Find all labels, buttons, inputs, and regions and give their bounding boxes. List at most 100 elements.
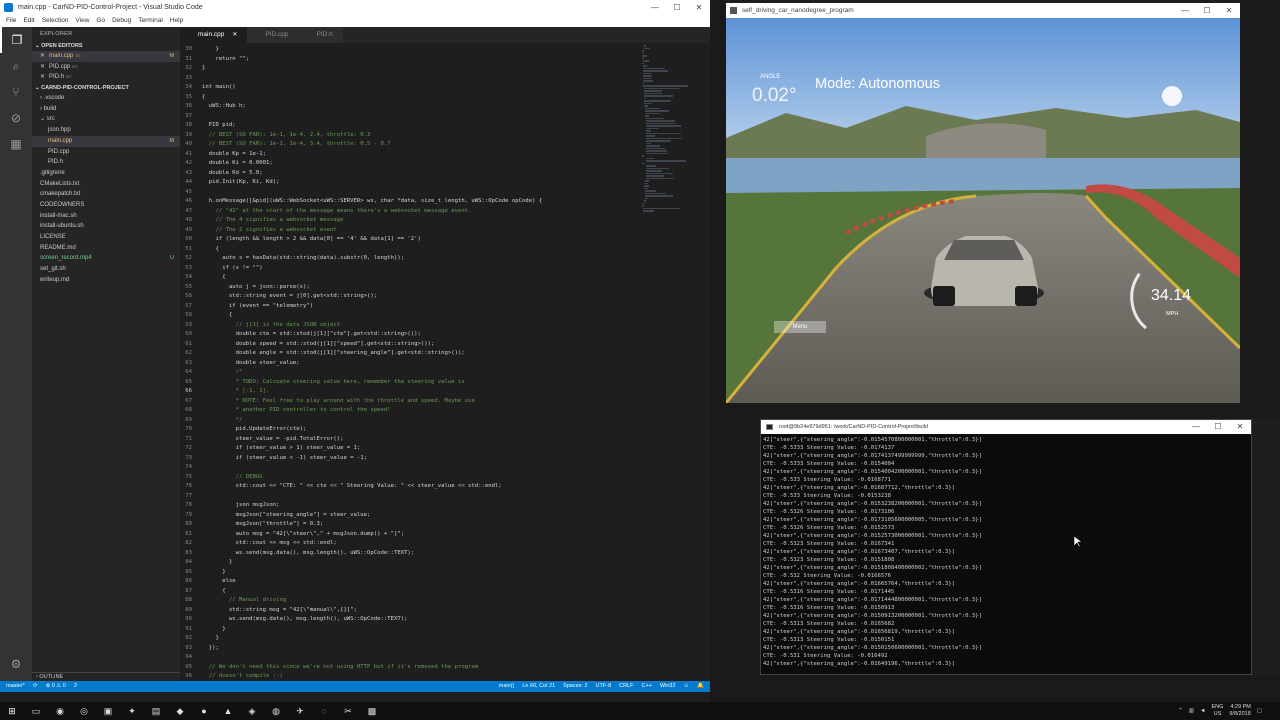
app-icon[interactable]: ✈ [288,702,312,720]
menu-item-terminal[interactable]: Terminal [138,15,163,27]
file-tree-item[interactable]: json.hpp [32,125,180,136]
file-tree-item[interactable]: › build [32,104,180,115]
file-tree-item[interactable]: › .vscode [32,93,180,104]
command-prompt-icon[interactable]: ▩ [360,702,384,720]
file-tree-item[interactable]: PID.h [32,157,180,168]
close-icon[interactable]: ✕ [40,74,45,80]
minimap-line [642,57,644,59]
file-tree-item[interactable]: CODEOWNERS [32,200,180,211]
open-editor-item[interactable]: ✕ main.cpp src M [32,51,180,62]
language-indicator[interactable]: ENG US [1211,704,1223,718]
menu-item-view[interactable]: View [75,15,89,27]
file-tree-item[interactable]: install-mac.sh [32,211,180,222]
minimap-line [642,80,654,82]
close-icon[interactable]: ✕ [40,64,45,70]
platform[interactable]: Win32 [660,681,676,692]
close-icon[interactable]: ✕ [232,32,237,38]
open-editors-section[interactable]: ⌄ OPEN EDITORS [32,41,180,51]
editor-tab[interactable]: PID.cpp [247,27,299,43]
pdf-icon[interactable]: ▲ [216,702,240,720]
search-icon[interactable]: ⌕ [0,53,32,79]
menu-item-selection[interactable]: Selection [42,15,69,27]
app-icon[interactable]: ◌ [312,702,336,720]
editor-tab[interactable]: main.cpp ✕ [180,27,248,43]
vscode-app-icon[interactable]: ◈ [240,702,264,720]
app-icon[interactable]: ▤ [144,702,168,720]
minimize-icon[interactable]: — [1185,420,1207,434]
menu-item-edit[interactable]: Edit [23,15,34,27]
file-tree-item[interactable]: PID.cpp [32,147,180,158]
language-mode[interactable]: C++ [642,681,652,692]
editor-tab[interactable]: PID.h [298,27,343,43]
minimize-icon[interactable]: — [1174,3,1196,18]
close-icon[interactable]: ✕ [1218,3,1240,18]
file-tree-item[interactable]: writeup.md [32,275,180,286]
cursor-position[interactable]: Ln 66, Col 21 [522,681,555,692]
file-tree-item[interactable]: README.md [32,243,180,254]
close-icon[interactable]: ✕ [40,53,45,59]
file-tree-item[interactable]: ⌄ src [32,114,180,125]
maximize-icon[interactable]: ☐ [1207,420,1229,434]
open-editor-item[interactable]: ✕ PID.h src [32,72,180,83]
changes-count[interactable]: 2 [74,681,77,692]
sync-icon[interactable]: ⟳ [33,681,38,692]
extensions-icon[interactable]: ▦ [0,131,32,157]
debug-icon[interactable]: ⊘ [0,105,32,131]
file-tree-item[interactable]: main.cpp M [32,135,180,147]
firefox-icon[interactable]: ● [192,702,216,720]
problems-indicator[interactable]: ⊗ 0 ⚠ 0 [46,681,66,692]
windows-start-icon[interactable]: ⊞ [0,702,24,720]
source-control-icon[interactable]: ⑂ [0,79,32,105]
explorer-icon[interactable]: ❐ [0,27,32,53]
minimap-line [646,157,655,159]
github-icon[interactable]: ◍ [264,702,288,720]
file-tree-item[interactable]: LICENSE [32,232,180,243]
open-editor-item[interactable]: ✕ PID.cpp src [32,62,180,73]
maximize-icon[interactable]: ☐ [1196,3,1218,18]
clock[interactable]: 4:29 PM 9/8/2018 [1229,704,1250,718]
file-tree-item[interactable]: CMakeLists.txt [32,179,180,190]
unity-app-icon[interactable]: ✦ [120,702,144,720]
terminal-output[interactable]: 42["steer",{"steering_angle":-0.01545708… [761,434,1251,674]
file-tree-item[interactable]: screen_record.mp4 U [32,253,180,264]
code-line: 34 int main() [180,83,642,93]
project-section[interactable]: ⌄ CARND-PID-CONTROL-PROJECT [32,83,180,93]
chrome-icon[interactable]: ◎ [72,702,96,720]
indentation[interactable]: Spaces: 2 [563,681,587,692]
minimize-icon[interactable]: — [644,0,666,15]
visual-studio-icon[interactable]: ◆ [168,702,192,720]
outline-section[interactable]: › OUTLINE [32,672,180,681]
settings-gear-icon[interactable]: ⚙ [0,651,32,677]
git-app-icon[interactable]: ◉ [48,702,72,720]
code-text: double Kd = 5.0; [202,169,263,176]
notifications-icon[interactable]: 🔔 [697,681,704,692]
code-line: 92 } [180,634,642,644]
network-icon[interactable]: ▥ [1189,708,1194,714]
notifications-center-icon[interactable]: ▢ [1257,708,1262,714]
file-tree-item[interactable]: set_git.sh [32,264,180,275]
close-icon[interactable]: ✕ [1229,420,1251,434]
app-icon[interactable]: ✂ [336,702,360,720]
tray-arrow-icon[interactable]: ⌃ [1178,708,1183,714]
save-app-icon[interactable]: ▣ [96,702,120,720]
menu-item-debug[interactable]: Debug [112,15,131,27]
file-tree-item[interactable]: cmakepatch.txt [32,189,180,200]
encoding[interactable]: UTF-8 [596,681,612,692]
line-ending[interactable]: CRLF [619,681,633,692]
maximize-icon[interactable]: ☐ [666,0,688,15]
close-icon[interactable]: ✕ [688,0,710,15]
file-tree-item[interactable]: .gitignore [32,168,180,179]
feedback-icon[interactable]: ☺ [684,681,690,692]
volume-icon[interactable]: ◄ [1200,708,1205,714]
terminal-app-icon[interactable]: ▭ [24,702,48,720]
menu-item-file[interactable]: File [6,15,16,27]
code-view[interactable]: 30 } 31 return ""; 32} 33 34 int main() 35{36 … [180,45,642,681]
minimap[interactable] [642,45,700,212]
menu-item-help[interactable]: Help [170,15,183,27]
menu-button[interactable]: Menu [774,321,826,333]
git-branch[interactable]: master* [6,681,25,692]
code-text: return ""; [202,55,250,62]
simulator-viewport[interactable]: ANGLE 0.02° Mode: Autonomous 34.14 MPH M… [726,18,1240,403]
file-tree-item[interactable]: install-ubuntu.sh [32,221,180,232]
menu-item-go[interactable]: Go [96,15,105,27]
